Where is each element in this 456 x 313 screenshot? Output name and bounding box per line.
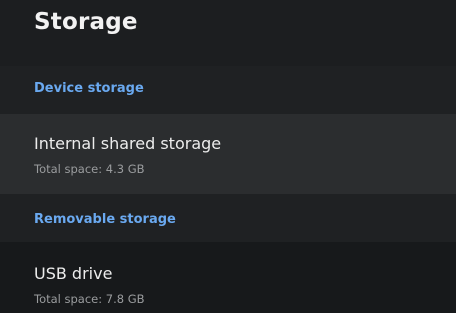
section-removable-storage: Removable storage (0, 194, 456, 242)
section-header-removable-storage: Removable storage (34, 212, 176, 227)
item-subtitle: Total space: 7.8 GB (34, 292, 145, 306)
item-title: Internal shared storage (34, 134, 222, 153)
item-subtitle: Total space: 4.3 GB (34, 162, 145, 176)
section-device-storage: Device storage (0, 66, 456, 114)
section-header-device-storage: Device storage (34, 81, 144, 96)
item-title: USB drive (34, 264, 113, 283)
list-item-internal-shared-storage[interactable]: Internal shared storage Total space: 4.3… (0, 114, 456, 194)
header: Storage (0, 0, 456, 66)
page-title: Storage (34, 9, 138, 35)
storage-screen: Storage Device storage Internal shared s… (0, 0, 456, 313)
list-item-usb-drive[interactable]: USB drive Total space: 7.8 GB (0, 242, 456, 313)
